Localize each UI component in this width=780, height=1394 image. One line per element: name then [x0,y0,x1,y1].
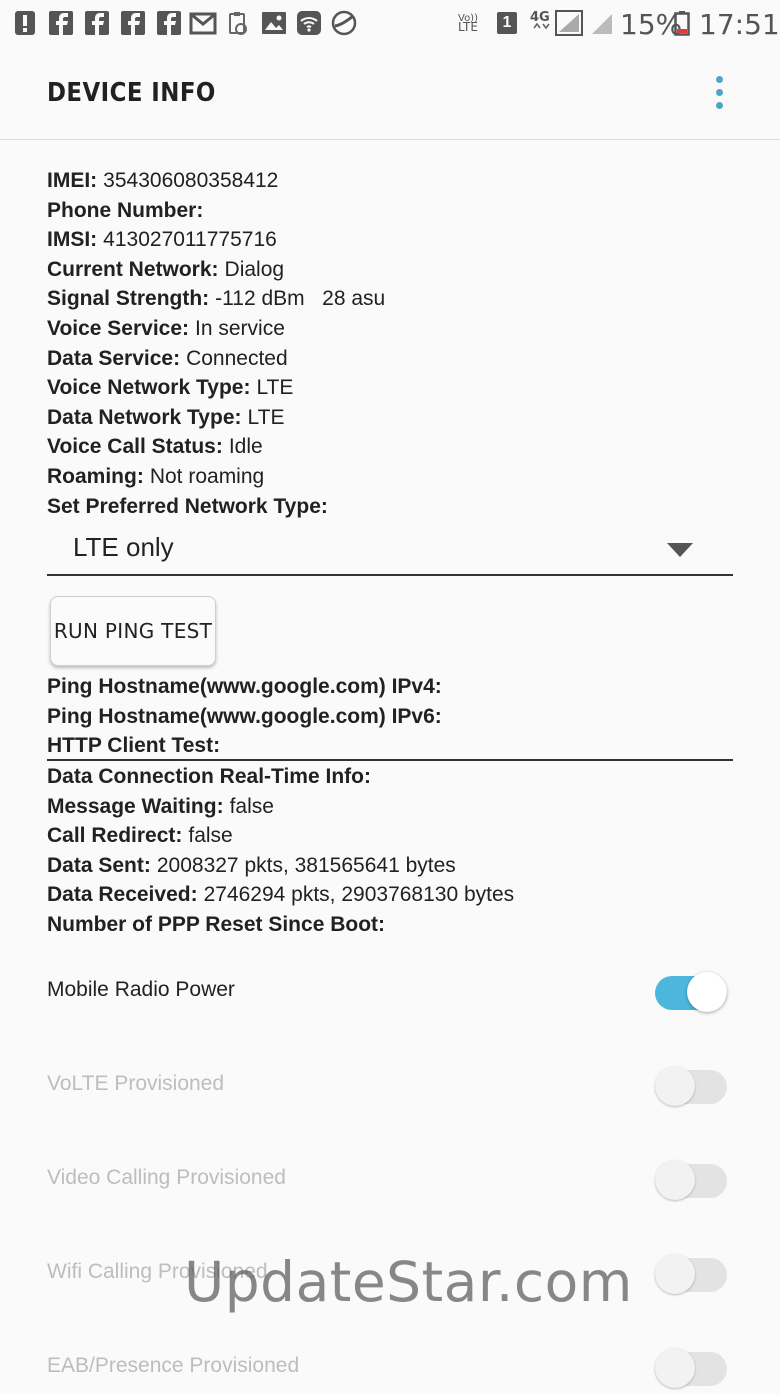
clock: 17:51 [699,8,780,41]
info-row-data-connection-info: Data Connection Real-Time Info: [47,765,371,788]
switch-thumb [687,972,727,1012]
info-row-ppp-reset-count: Number of PPP Reset Since Boot: [47,912,386,936]
mobile-radio-power-switch[interactable] [655,971,727,1015]
page-title: DEVICE INFO [47,78,216,108]
info-row-roaming: Roaming: Not roaming [47,464,265,488]
info-row-signal-strength: Signal Strength: -112 dBm 28 asu [47,287,386,311]
image-icon [262,12,286,34]
volte-label: LTE [458,20,478,34]
eab-presence-provisioned-switch [655,1347,727,1391]
info-row-current-network: Current Network: Dialog [47,257,285,281]
facebook-icon [121,11,145,35]
facebook-icon [49,11,73,35]
info-row-data-received: Data Received: 2746294 pkts, 2903768130 b… [47,883,515,907]
gmail-icon [189,12,217,35]
alert-icon [15,11,35,35]
preferred-network-dropdown[interactable]: LTE only [47,528,733,576]
preferred-network-selected: LTE only [73,532,174,562]
signal-icon [555,10,583,36]
divider [47,759,733,761]
ping-info-list: Ping Hostname(www.google.com) IPv4: Ping… [47,672,737,761]
info-row-preferred-network-type: Set Preferred Network Type: [47,494,328,518]
info-row-call-redirect: Call Redirect: false [47,824,233,848]
info-row-data-sent: Data Sent: 2008327 pkts, 381565641 bytes [47,853,456,877]
connection-info-list: Data Connection Real-Time Info: Message … [47,762,737,940]
sim-slot-badge: 1 [497,12,517,34]
wifi-icon [297,11,321,35]
toggle-row-video-calling-provisioned: Video Calling Provisioned [47,1156,733,1206]
sim-slot-number: 1 [502,14,512,31]
info-row-ping-ipv4: Ping Hostname(www.google.com) IPv4: [47,675,442,698]
volte-provisioned-switch [655,1065,727,1109]
run-ping-test-button[interactable]: RUN PING TEST [50,596,216,666]
more-vert-icon [716,89,723,96]
battery-icon [674,11,690,36]
info-row-data-service: Data Service: Connected [47,346,288,370]
device-info-list: IMEI: 354306080358412 Phone Number: IMSI:… [47,166,737,521]
signal-secondary-icon [592,14,612,34]
info-row-imei: IMEI: 354306080358412 [47,169,279,192]
dropdown-arrow-icon [667,543,693,557]
clipboard-icon [229,12,247,35]
info-row-voice-network-type: Voice Network Type: LTE [47,376,294,400]
video-calling-provisioned-switch [655,1159,727,1203]
data-arrows-icon [533,22,550,30]
info-row-ping-ipv6: Ping Hostname(www.google.com) IPv6: [47,704,442,728]
switch-thumb [655,1254,695,1294]
switch-thumb [655,1066,695,1106]
info-row-phone-number: Phone Number: [47,198,204,222]
browser-icon [331,10,357,36]
info-row-imsi: IMSI: 413027011775716 [47,228,277,252]
toggle-label: VoLTE Provisioned [47,1072,225,1095]
app-bar: DEVICE INFO [0,48,780,140]
status-bar: Vo)) LTE 1 4G 15% 17:51 [0,0,780,48]
toggle-label: Video Calling Provisioned [47,1166,286,1189]
battery-percent: 15% [620,8,683,41]
info-row-voice-service: Voice Service: In service [47,316,285,340]
facebook-icon [157,11,181,35]
info-row-data-network-type: Data Network Type: LTE [47,405,285,429]
switch-thumb [655,1160,695,1200]
toggle-row-mobile-radio-power[interactable]: Mobile Radio Power [47,968,733,1018]
switch-thumb [655,1348,695,1388]
more-vert-icon [716,102,723,109]
toggle-label: EAB/Presence Provisioned [47,1354,300,1377]
overflow-menu-button[interactable] [708,76,732,112]
toggle-row-eab-presence-provisioned: EAB/Presence Provisioned [47,1344,733,1394]
watermark: UpdateStar.com [184,1250,633,1314]
wifi-calling-provisioned-switch [655,1253,727,1297]
more-vert-icon [716,76,723,83]
info-row-voice-call-status: Voice Call Status: Idle [47,435,263,459]
toggle-row-volte-provisioned: VoLTE Provisioned [47,1062,733,1112]
info-row-message-waiting: Message Waiting: false [47,794,274,818]
toggle-label: Mobile Radio Power [47,978,235,1001]
info-row-http-client-test: HTTP Client Test: [47,734,221,758]
facebook-icon [85,11,109,35]
